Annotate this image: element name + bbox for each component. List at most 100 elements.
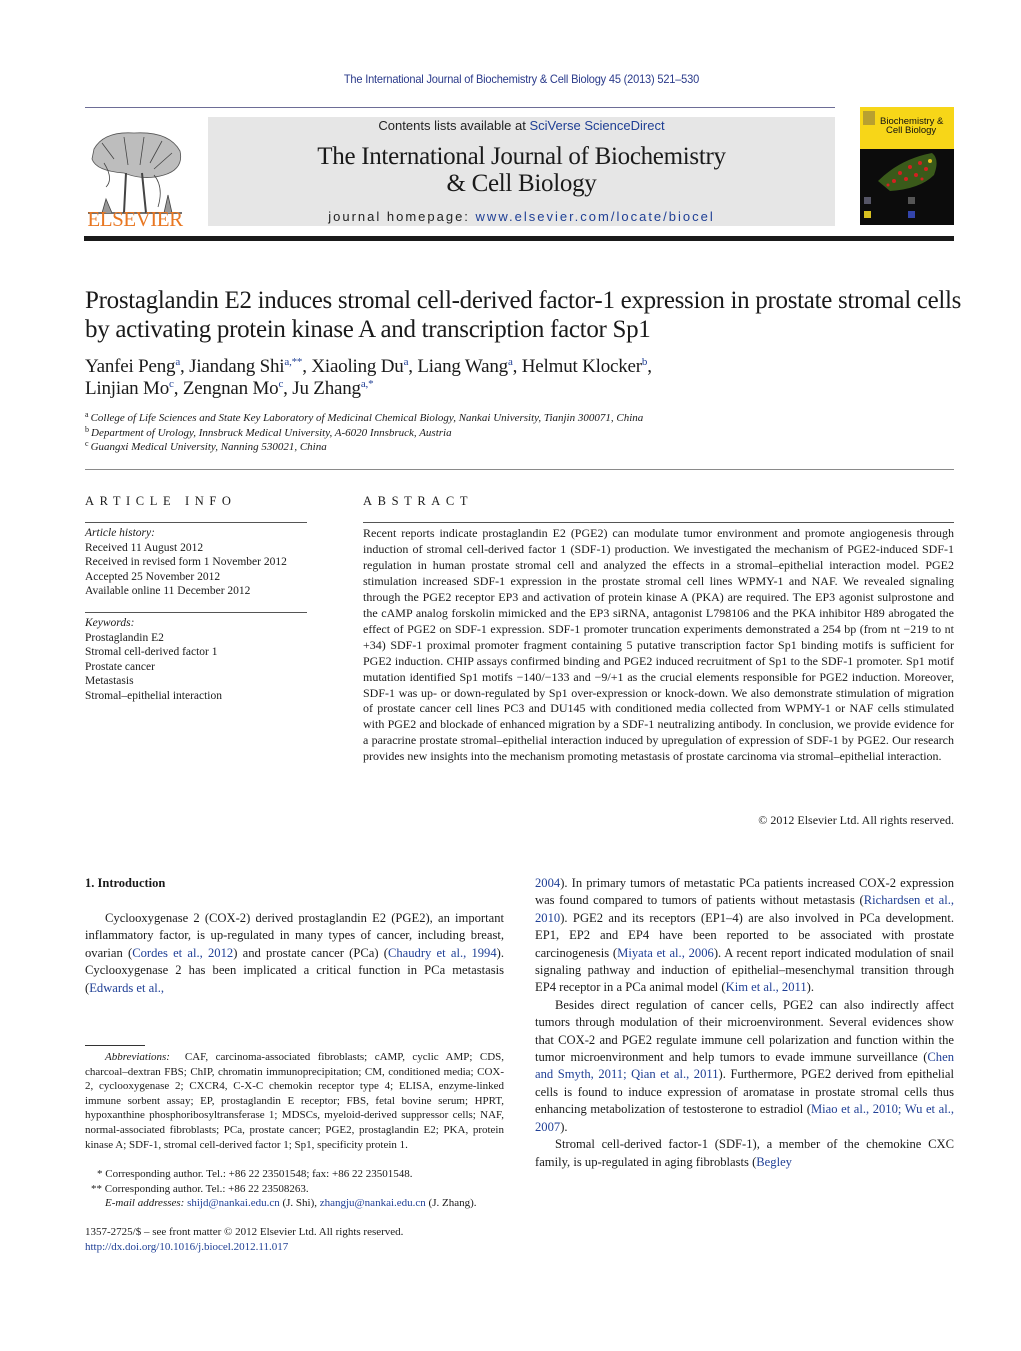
affiliation-item: c Guangxi Medical University, Nanning 530… <box>85 440 965 455</box>
article-info-heading: ARTICLE INFO <box>85 494 237 508</box>
doi-link[interactable]: http://dx.doi.org/10.1016/j.biocel.2012.… <box>85 1241 288 1253</box>
abstract-heading: ABSTRACT <box>363 494 474 508</box>
journal-citation[interactable]: The International Journal of Biochemistr… <box>42 72 1002 86</box>
intro-paragraph-3: Stromal cell-derived factor-1 (SDF-1), a… <box>535 1136 954 1171</box>
keyword-item: Metastasis <box>85 675 134 688</box>
affiliation-marker[interactable]: a <box>404 356 409 368</box>
journal-title-line2: & Cell Biology <box>446 170 597 197</box>
body-text: Stromal cell-derived factor-1 (SDF-1), a… <box>535 1137 954 1169</box>
body-text: ). <box>560 1119 568 1134</box>
affiliation-text: Department of Urology, Innsbruck Medical… <box>91 426 452 439</box>
affiliation-text: College of Life Sciences and State Key L… <box>90 412 644 424</box>
journal-title-line1: The International Journal of Biochemistr… <box>317 143 726 170</box>
affiliation-item: b Department of Urology, Innsbruck Medica… <box>85 424 965 441</box>
cover-elsevier-icon <box>863 111 875 125</box>
article-title: Prostaglandin E2 induces stromal cell-de… <box>85 287 962 343</box>
affiliation-marker[interactable]: c <box>278 378 283 390</box>
affiliations: a College of Life Sciences and State Key … <box>85 411 965 455</box>
right-column-text: 2004). In primary tumors of metastatic P… <box>535 875 954 1171</box>
elsevier-logo-text[interactable]: ELSEVIER <box>84 207 186 232</box>
affiliation-marker[interactable]: b <box>642 356 648 368</box>
history-label: Article history: <box>85 527 155 539</box>
article-history: Article history: Received 11 August 2012… <box>85 526 315 599</box>
email-link-zhang[interactable]: zhangju@nankai.edu.cn <box>320 1197 426 1209</box>
author-name[interactable]: Jiandang Shi <box>189 356 284 377</box>
abstract-copyright: © 2012 Elsevier Ltd. All rights reserved… <box>758 813 954 827</box>
keywords-label: Keywords: <box>85 617 135 629</box>
abstract-text: Recent reports indicate prostaglandin E2… <box>363 526 954 764</box>
author-name[interactable]: Yanfei Peng <box>85 356 176 377</box>
corresponding-author-2: ** Corresponding author. Tel.: +86 22 23… <box>85 1182 504 1197</box>
keywords-rule <box>85 612 307 613</box>
affiliation-item: a College of Life Sciences and State Key … <box>85 411 965 426</box>
affiliation-marker[interactable]: a <box>175 356 180 368</box>
intro-paragraph-1-continued: 2004). In primary tumors of metastatic P… <box>535 875 954 997</box>
email-addresses: E-mail addresses: shijd@nankai.edu.cn (J… <box>85 1196 504 1211</box>
email-owner: (J. Shi), <box>282 1197 317 1210</box>
abstract-rule <box>363 522 954 523</box>
corresponding-author-footnotes: * Corresponding author. Tel.: +86 22 235… <box>85 1167 504 1211</box>
keyword-item: Stromal cell-derived factor 1 <box>85 646 218 659</box>
cover-title-line2: Cell Biology <box>886 125 937 136</box>
history-item: Available online 11 December 2012 <box>85 585 251 598</box>
author-name[interactable]: Zengnan Mo <box>183 378 279 399</box>
footnote-mark: * <box>97 1168 103 1180</box>
author-name[interactable]: Liang Wang <box>417 356 508 377</box>
journal-title[interactable]: The International Journal of Biochemistr… <box>208 143 835 197</box>
author-name[interactable]: Helmut Klocker <box>522 356 642 377</box>
keyword-item: Stromal–epithelial interaction <box>85 689 223 702</box>
intro-paragraph-1: Cyclooxygenase 2 (COX-2) derived prostag… <box>85 910 504 997</box>
citation-link[interactable]: Begley <box>756 1155 792 1169</box>
affiliation-key: a <box>85 410 89 419</box>
homepage-prefix: journal homepage: <box>328 209 476 224</box>
journal-masthead: Contents lists available at SciVerse Sci… <box>208 117 835 226</box>
citation-link[interactable]: Miyata et al., 2006 <box>617 946 714 960</box>
footnote-text: Corresponding author. Tel.: +86 22 23508… <box>104 1182 309 1195</box>
citation-link[interactable]: Edwards et al., <box>89 981 164 995</box>
affiliation-text: Guangxi Medical University, Nanning 5300… <box>90 441 327 453</box>
keyword-item: Prostaglandin E2 <box>85 631 164 644</box>
history-item: Received 11 August 2012 <box>85 541 204 554</box>
citation-link[interactable]: Kim et al., 2011 <box>726 980 807 994</box>
footnote-mark: ** <box>91 1182 102 1195</box>
keywords: Keywords: Prostaglandin E2 Stromal cell-… <box>85 616 315 704</box>
history-item: Received in revised form 1 November 2012 <box>85 556 287 569</box>
contents-prefix: Contents lists available at <box>378 118 530 133</box>
journal-homepage-link[interactable]: www.elsevier.com/locate/biocel <box>476 209 715 224</box>
abbreviations-label: Abbreviations: <box>105 1051 170 1063</box>
cover-micrograph-icon <box>864 153 937 218</box>
journal-cover-image[interactable]: Biochemistry & Cell Biology <box>860 107 954 225</box>
affiliation-marker[interactable]: a,* <box>361 378 374 390</box>
cover-title: Biochemistry & Cell Biology <box>880 117 943 136</box>
author-name[interactable]: Ju Zhang <box>292 378 361 399</box>
affiliation-key: b <box>85 424 89 434</box>
issn-line: 1357-2725/$ – see front matter © 2012 El… <box>85 1226 404 1238</box>
affiliation-marker[interactable]: c <box>169 378 174 390</box>
intro-paragraph-2: Besides direct regulation of cancer cell… <box>535 997 954 1136</box>
abbreviations-footnote: Abbreviations: CAF, carcinoma-associated… <box>85 1050 504 1152</box>
citation-link[interactable]: 2004 <box>535 876 560 890</box>
abbreviations-text: CAF, carcinoma-associated fibroblasts; c… <box>85 1051 505 1151</box>
affiliation-marker[interactable]: a,** <box>284 356 302 368</box>
affiliation-marker[interactable]: a <box>508 356 513 368</box>
title-rule <box>85 469 954 470</box>
citation-link[interactable]: Chaudry et al., 1994 <box>388 946 497 960</box>
body-text: ). <box>806 980 814 995</box>
affiliation-key: c <box>85 439 89 448</box>
author-list: Yanfei Penga, Jiandang Shia,**, Xiaoling… <box>85 356 652 399</box>
keyword-item: Prostate cancer <box>85 660 155 673</box>
article-info-rule <box>85 522 307 523</box>
author-name[interactable]: Xiaoling Du <box>311 356 403 377</box>
front-matter: 1357-2725/$ – see front matter © 2012 El… <box>85 1225 504 1255</box>
author-name[interactable]: Linjian Mo <box>85 378 169 399</box>
footnote-text: Corresponding author. Tel.: +86 22 23501… <box>105 1168 413 1180</box>
citation-link[interactable]: Cordes et al., 2012 <box>132 946 233 960</box>
email-owner: (J. Zhang). <box>428 1197 477 1210</box>
sciencedirect-link[interactable]: SciVerse ScienceDirect <box>529 118 664 133</box>
email-label: E-mail addresses: <box>105 1197 185 1210</box>
history-item: Accepted 25 November 2012 <box>85 570 221 583</box>
header-rule <box>85 107 835 108</box>
masthead-rule <box>84 236 954 241</box>
email-link-shi[interactable]: shijd@nankai.edu.cn <box>187 1197 280 1209</box>
section-heading-introduction: 1. Introduction <box>85 876 166 890</box>
